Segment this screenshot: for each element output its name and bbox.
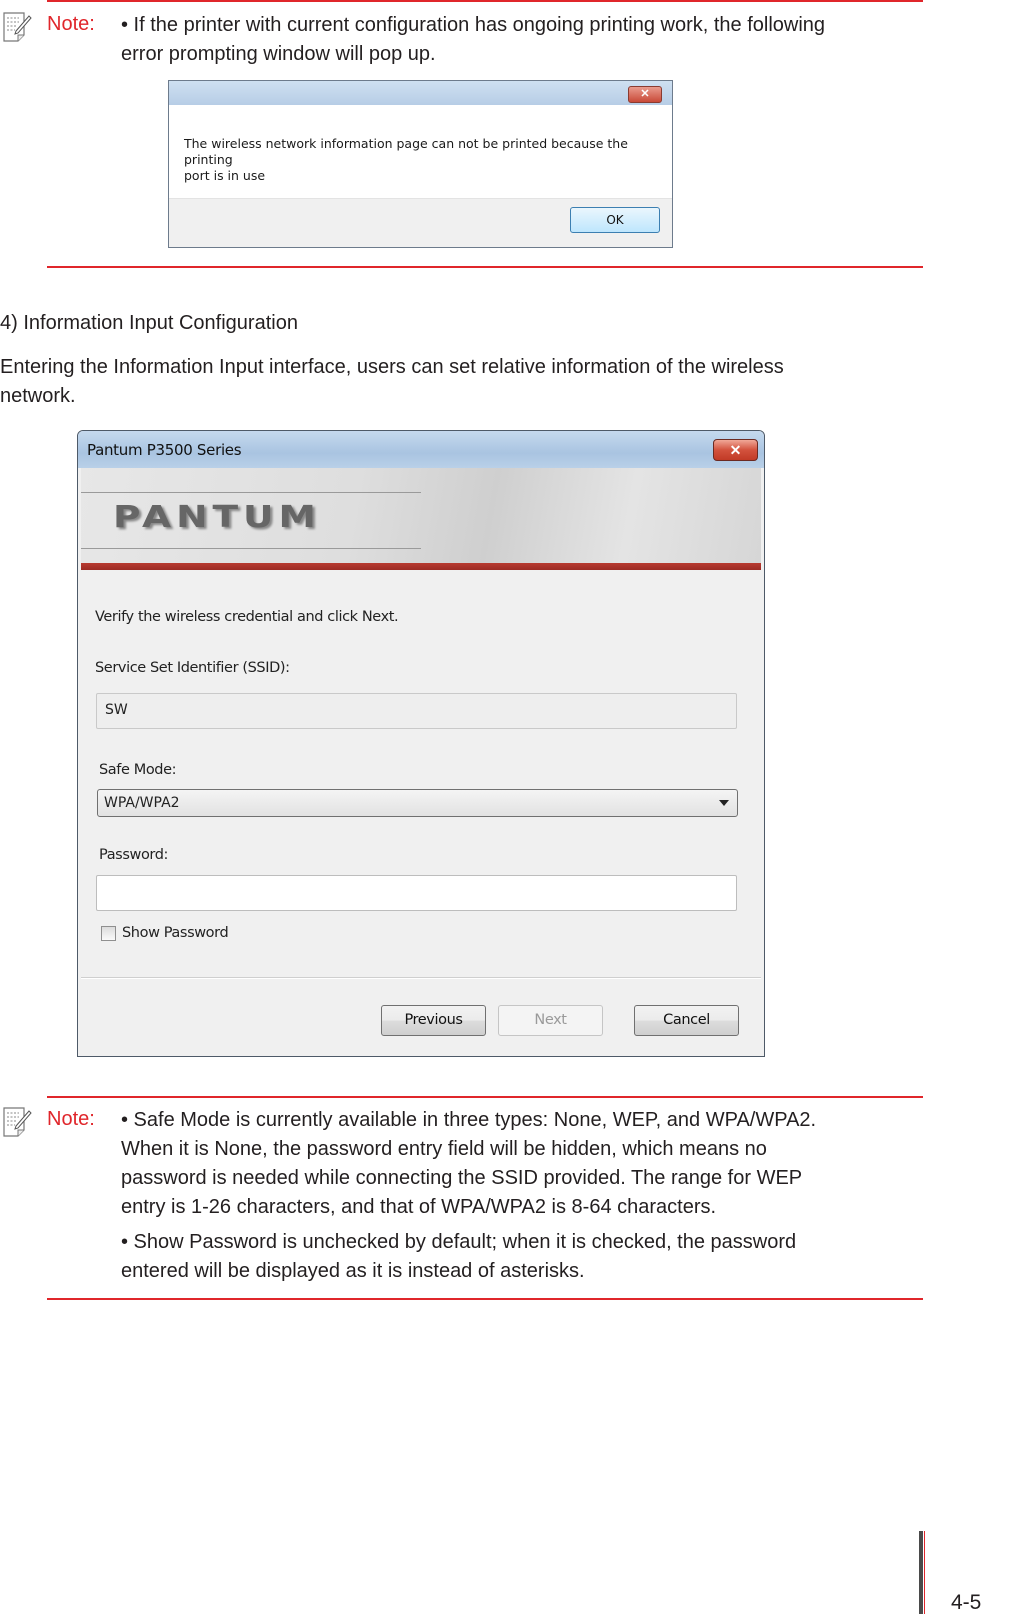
ssid-label: Service Set Identifier (SSID): xyxy=(95,660,290,676)
ok-button[interactable]: OK xyxy=(570,207,660,233)
note-text: • If the printer with current configurat… xyxy=(121,11,911,69)
note-top-rule xyxy=(47,0,923,2)
error-dialog: ✕ The wireless network information page … xyxy=(168,80,673,248)
note-label: Note: xyxy=(47,1108,95,1130)
close-icon[interactable]: ✕ xyxy=(628,86,662,103)
pantum-logo: PANTUM xyxy=(113,500,321,535)
password-field[interactable] xyxy=(96,875,737,911)
ssid-field[interactable]: SW xyxy=(96,693,737,729)
brand-banner: PANTUM xyxy=(81,468,761,563)
show-password-checkbox[interactable] xyxy=(101,926,116,941)
note-bottom-rule xyxy=(47,266,923,268)
safe-mode-select[interactable]: WPA/WPA2 xyxy=(97,789,738,817)
error-message: The wireless network information page ca… xyxy=(184,136,654,184)
dialog-titlebar: Pantum P3500 Series ✕ xyxy=(78,431,764,468)
dialog-title: Pantum P3500 Series xyxy=(87,441,242,459)
section-paragraph: Entering the Information Input interface… xyxy=(0,353,784,411)
paragraph-line: network. xyxy=(0,385,76,407)
note-icon xyxy=(3,1107,32,1137)
safe-mode-value: WPA/WPA2 xyxy=(104,795,180,811)
note-line: error prompting window will pop up. xyxy=(121,43,436,65)
banner-divider xyxy=(81,492,421,493)
cancel-button[interactable]: Cancel xyxy=(634,1005,739,1036)
note-line: • Safe Mode is currently available in th… xyxy=(121,1109,817,1131)
note-line: • Show Password is unchecked by default;… xyxy=(121,1231,797,1253)
note-text: • Safe Mode is currently available in th… xyxy=(121,1106,911,1286)
accent-bar xyxy=(81,563,761,570)
note-line: When it is None, the password entry fiel… xyxy=(121,1138,767,1160)
note-line: entered will be displayed as it is inste… xyxy=(121,1260,585,1282)
note-bottom-rule xyxy=(47,1298,923,1300)
page-margin-accent xyxy=(924,1531,925,1614)
ssid-value: SW xyxy=(105,702,128,718)
chevron-down-icon[interactable] xyxy=(719,800,729,806)
show-password-label[interactable]: Show Password xyxy=(122,925,229,941)
error-message-line: The wireless network information page ca… xyxy=(184,136,628,167)
instruction-text: Verify the wireless credential and click… xyxy=(95,609,399,625)
error-message-line: port is in use xyxy=(184,168,266,183)
note-line: entry is 1-26 characters, and that of WP… xyxy=(121,1196,717,1218)
section-heading: 4) Information Input Configuration xyxy=(0,312,298,334)
note-line: • If the printer with current configurat… xyxy=(121,14,826,36)
paragraph-line: Entering the Information Input interface… xyxy=(0,356,784,378)
safe-mode-label: Safe Mode: xyxy=(99,762,177,778)
page-number: 4-5 xyxy=(951,1591,982,1614)
password-label: Password: xyxy=(99,847,169,863)
banner-divider xyxy=(81,548,421,549)
note-label: Note: xyxy=(47,13,95,35)
note-top-rule xyxy=(47,1096,923,1098)
note-line: password is needed while connecting the … xyxy=(121,1167,803,1189)
wireless-setup-dialog: Pantum P3500 Series ✕ PANTUM Verify the … xyxy=(77,430,765,1057)
error-dialog-titlebar xyxy=(169,81,672,105)
close-icon[interactable]: ✕ xyxy=(713,439,758,461)
note-icon xyxy=(3,12,32,42)
next-button[interactable]: Next xyxy=(498,1005,603,1036)
footer-separator xyxy=(81,977,761,979)
page-margin-bar xyxy=(919,1531,923,1614)
previous-button[interactable]: Previous xyxy=(381,1005,486,1036)
error-dialog-footer: OK xyxy=(169,198,672,247)
